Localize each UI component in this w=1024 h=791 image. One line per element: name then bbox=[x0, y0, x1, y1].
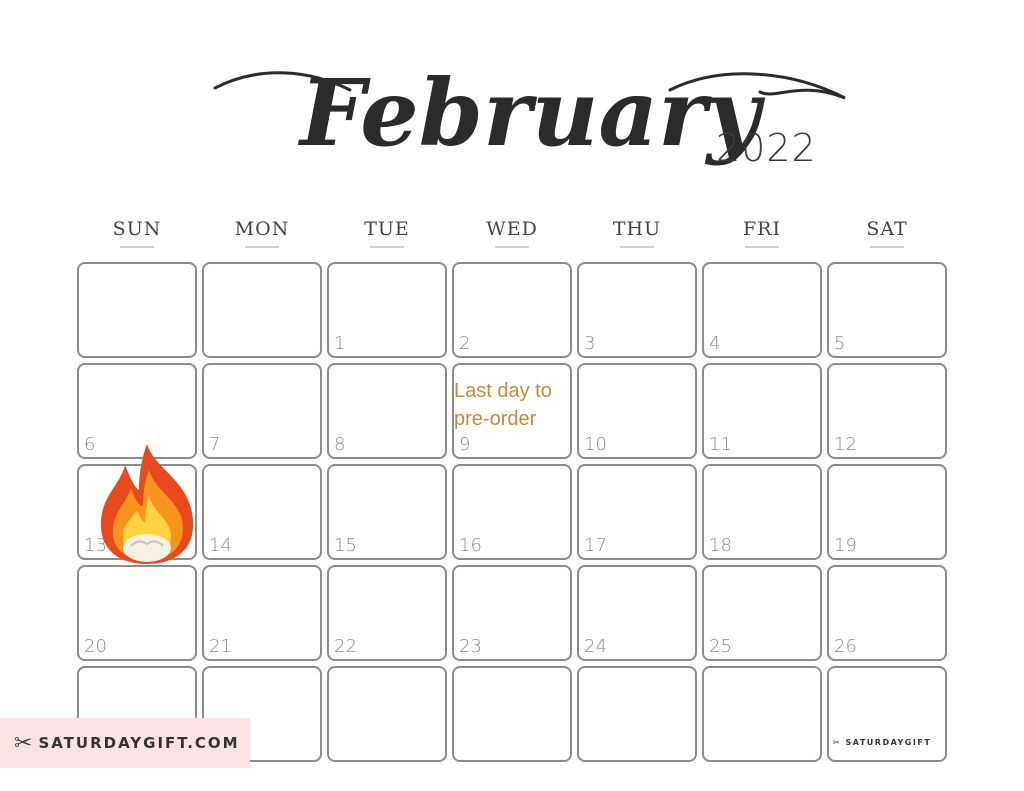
day-cell[interactable]: 20 bbox=[77, 565, 197, 661]
day-cell[interactable] bbox=[702, 666, 822, 762]
day-cell[interactable] bbox=[202, 262, 322, 358]
day-cell[interactable]: 19 bbox=[827, 464, 947, 560]
scissors-icon: ✂ bbox=[14, 730, 33, 756]
event-note-line: Last day to bbox=[454, 380, 552, 402]
day-cell[interactable]: 14 bbox=[202, 464, 322, 560]
month-title: February bbox=[297, 59, 766, 167]
scissors-icon-small: ✂ bbox=[833, 738, 846, 747]
day-number: 23 bbox=[459, 636, 482, 657]
day-cell[interactable] bbox=[577, 666, 697, 762]
day-number: 4 bbox=[709, 333, 721, 354]
month-script-title: February bbox=[213, 59, 846, 167]
calendar-header: February 2022 bbox=[0, 0, 1024, 215]
day-cell[interactable]: 16 bbox=[452, 464, 572, 560]
day-cell[interactable]: 3 bbox=[577, 262, 697, 358]
day-number: 9 bbox=[459, 434, 471, 455]
day-number: 12 bbox=[834, 434, 857, 455]
day-cell[interactable]: 8 bbox=[327, 363, 447, 459]
day-number: 18 bbox=[709, 535, 732, 556]
day-cell[interactable]: 7 bbox=[202, 363, 322, 459]
day-cell[interactable]: 2 bbox=[452, 262, 572, 358]
day-cell[interactable]: 15 bbox=[327, 464, 447, 560]
day-number: 22 bbox=[334, 636, 357, 657]
year-label: 2022 bbox=[716, 126, 817, 170]
day-number: 5 bbox=[834, 333, 846, 354]
day-number: 11 bbox=[709, 434, 732, 455]
day-cell[interactable] bbox=[827, 666, 947, 762]
day-number: 2 bbox=[459, 333, 471, 354]
day-number: 3 bbox=[584, 333, 596, 354]
day-number: 20 bbox=[84, 636, 107, 657]
weekday-wed: WED bbox=[452, 218, 572, 248]
day-cell[interactable]: 17 bbox=[577, 464, 697, 560]
day-number: 21 bbox=[209, 636, 232, 657]
day-cell[interactable]: 21 bbox=[202, 565, 322, 661]
day-cell[interactable]: 12 bbox=[827, 363, 947, 459]
day-number: 6 bbox=[84, 434, 96, 455]
fire-icon bbox=[100, 444, 194, 564]
day-cell[interactable]: 18 bbox=[702, 464, 822, 560]
event-note: Last day to pre-order bbox=[454, 377, 552, 433]
calendar-grid: 1 2 3 4 5 6 7 8 Last day to pre-order 9 … bbox=[77, 262, 947, 762]
day-cell[interactable]: 22 bbox=[327, 565, 447, 661]
day-cell[interactable]: 10 bbox=[577, 363, 697, 459]
weekday-tue: TUE bbox=[327, 218, 447, 248]
event-note-line: pre-order bbox=[454, 408, 537, 430]
day-cell[interactable]: 24 bbox=[577, 565, 697, 661]
day-number: 24 bbox=[584, 636, 607, 657]
weekday-header-row: SUN MON TUE WED THU FRI SAT bbox=[77, 218, 947, 254]
day-cell[interactable] bbox=[327, 666, 447, 762]
day-number: 25 bbox=[709, 636, 732, 657]
day-number: 8 bbox=[334, 434, 346, 455]
weekday-thu: THU bbox=[577, 218, 697, 248]
brand-corner-label: SATURDAYGIFT bbox=[845, 738, 932, 747]
day-number: 26 bbox=[834, 636, 857, 657]
day-cell[interactable]: 23 bbox=[452, 565, 572, 661]
day-number: 14 bbox=[209, 535, 232, 556]
brand-banner[interactable]: ✂ SATURDAYGIFT.COM bbox=[0, 718, 250, 768]
day-cell[interactable] bbox=[452, 666, 572, 762]
day-number: 1 bbox=[334, 333, 346, 354]
day-number: 17 bbox=[584, 535, 607, 556]
day-number: 10 bbox=[584, 434, 607, 455]
day-number: 19 bbox=[834, 535, 857, 556]
weekday-sat: SAT bbox=[827, 218, 947, 248]
weekday-fri: FRI bbox=[702, 218, 822, 248]
day-number: 16 bbox=[459, 535, 482, 556]
day-cell[interactable] bbox=[77, 262, 197, 358]
brand-banner-text: SATURDAYGIFT.COM bbox=[38, 734, 240, 752]
day-cell-event[interactable]: Last day to pre-order 9 bbox=[452, 363, 572, 459]
day-cell[interactable]: 5 bbox=[827, 262, 947, 358]
weekday-sun: SUN bbox=[77, 218, 197, 248]
day-cell[interactable]: 4 bbox=[702, 262, 822, 358]
day-cell[interactable]: 25 bbox=[702, 565, 822, 661]
brand-corner-text: ✂ SATURDAYGIFT bbox=[833, 738, 931, 747]
day-cell[interactable]: 1 bbox=[327, 262, 447, 358]
day-number: 15 bbox=[334, 535, 357, 556]
day-number: 7 bbox=[209, 434, 221, 455]
day-cell[interactable]: 11 bbox=[702, 363, 822, 459]
weekday-mon: MON bbox=[202, 218, 322, 248]
day-cell[interactable]: 26 bbox=[827, 565, 947, 661]
